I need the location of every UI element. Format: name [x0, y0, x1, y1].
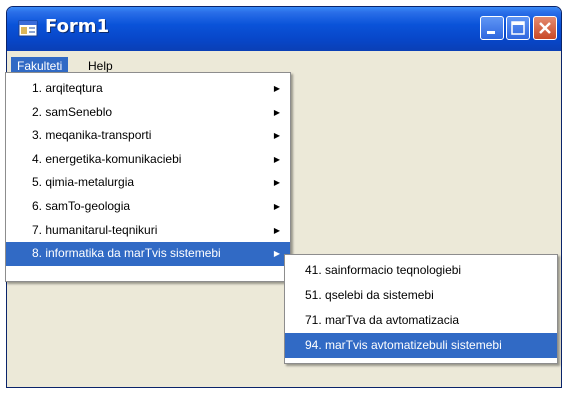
title-bar[interactable]: Form1 [7, 7, 561, 51]
menu-item-arqiteqtura[interactable]: 1. arqiteqtura ▶ [6, 77, 290, 101]
arrow-right-icon: ▶ [273, 84, 280, 93]
submenu-item-71[interactable]: 71. marTva da avtomatizacia [285, 308, 557, 333]
menu-item-humanitarul[interactable]: 7. humanitarul-teqnikuri ▶ [6, 219, 290, 243]
arrow-right-icon: ▶ [273, 131, 280, 141]
close-icon [539, 22, 551, 34]
form-window-icon [18, 18, 38, 38]
menu-item-label: 2. samSeneblo [32, 104, 113, 119]
menu-item-label: 1. arqiteqtura [32, 81, 103, 95]
arrow-right-icon: ▶ [273, 201, 280, 211]
arrow-right-icon: ▶ [273, 107, 280, 117]
window-title: Form1 [45, 16, 110, 37]
menu-item-energetika[interactable]: 4. energetika-komunikaciebi ▶ [6, 148, 290, 172]
minimize-button[interactable] [480, 16, 504, 40]
menu-item-label: 7. humanitarul-teqnikuri [32, 222, 158, 237]
menu-item-samto-geologia[interactable]: 6. samTo-geologia ▶ [6, 195, 290, 219]
menu-item-label: 3. meqanika-transporti [32, 128, 152, 143]
arrow-right-icon: ▶ [273, 249, 280, 259]
submenu-item-41[interactable]: 41. sainformacio teqnologiebi [285, 258, 557, 283]
arrow-right-icon: ▶ [273, 178, 280, 188]
arrow-right-icon: ▶ [273, 225, 280, 235]
fakulteti-dropdown: 1. arqiteqtura ▶ 2. samSeneblo ▶ 3. meqa… [5, 72, 291, 282]
minimize-icon [487, 31, 495, 34]
maximize-icon [511, 21, 525, 35]
menu-item-label: 4. energetika-komunikaciebi [32, 151, 182, 166]
informatika-submenu: 41. sainformacio teqnologiebi 51. qseleb… [284, 254, 558, 364]
menu-item-label: 6. samTo-geologia [32, 198, 131, 213]
menu-item-qimia-metalurgia[interactable]: 5. qimia-metalurgia ▶ [6, 171, 290, 195]
close-button[interactable] [533, 16, 557, 40]
menu-item-samseneblo[interactable]: 2. samSeneblo ▶ [6, 101, 290, 125]
menu-item-meqanika-transporti[interactable]: 3. meqanika-transporti ▶ [6, 124, 290, 148]
submenu-item-94[interactable]: 94. marTvis avtomatizebuli sistemebi [285, 333, 557, 358]
menu-item-label: 5. qimia-metalurgia [32, 175, 135, 190]
menu-item-informatika[interactable]: 8. informatika da marTvis sistemebi ▶ [6, 242, 290, 266]
maximize-button[interactable] [506, 16, 530, 40]
arrow-right-icon: ▶ [273, 154, 280, 164]
menu-item-label: 8. informatika da marTvis sistemebi [32, 246, 221, 261]
submenu-item-51[interactable]: 51. qselebi da sistemebi [285, 283, 557, 308]
